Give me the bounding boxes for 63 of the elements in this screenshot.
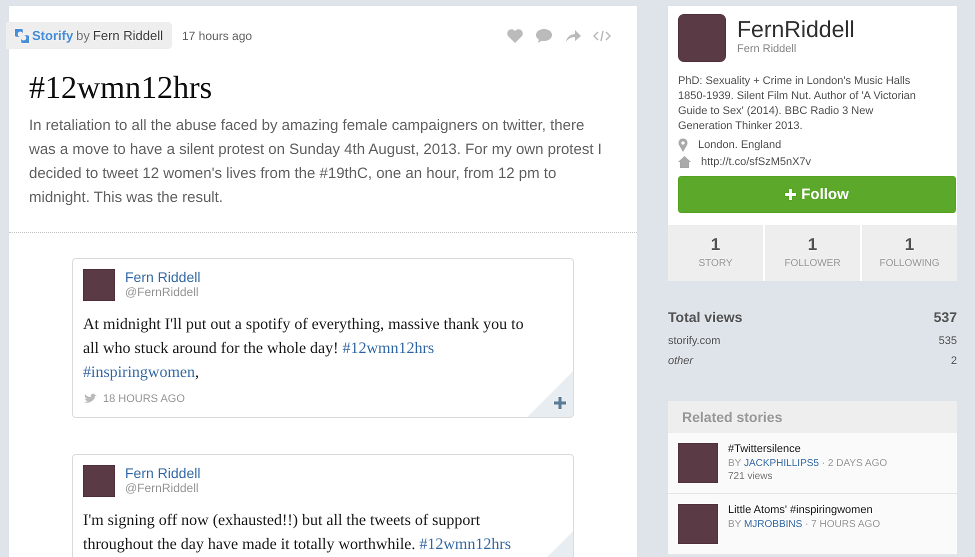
tweet-text: At midnight I'll put out a spotify of everything, massive thank you to all who stuck around for the whole day! #12wmn12hrs #inspiringwomen, [83, 315, 525, 383]
related-story[interactable]: Little Atoms' #inspiringwomen BY MJROBBINS · 7 HOURS AGO [668, 494, 957, 555]
tweet-author-name[interactable]: Fern Riddell [125, 465, 200, 481]
view-count: 535 [938, 335, 957, 347]
author-name: Fern Riddell [92, 28, 163, 43]
views-title: Total views [668, 309, 742, 325]
stat-count: 1 [806, 235, 818, 255]
stat-tile[interactable]: 1 FOLLOWER [765, 225, 860, 281]
profile-username[interactable]: FernRiddell [737, 16, 855, 43]
avatar-placeholder [83, 269, 115, 301]
profile-name: Fern Riddell [737, 43, 798, 55]
story-time: 17 hours ago [182, 28, 252, 42]
plus-icon [785, 189, 796, 200]
story-title: #12wmn12hrs [29, 69, 214, 106]
related-time: · 2 DAYS AGO [822, 458, 888, 469]
profile-url[interactable]: http://t.co/sfSzM5nX7v [701, 156, 812, 168]
home-icon [678, 156, 691, 168]
by-label: BY [728, 458, 742, 469]
share-icon[interactable] [564, 28, 582, 44]
stat-count: 1 [904, 235, 916, 255]
brand-name: Storify [32, 28, 74, 43]
location-pin-icon [678, 138, 688, 152]
by-label: BY [728, 519, 742, 530]
avatar-placeholder [83, 465, 115, 497]
story-description: In retaliation to all the abuse faced by amazing female campaigners on twitter, there was a move to have a silent protest on Sunday 4th August, 2013. For my own protest I decided to tweet 12 women's lives from the #19thC, one an hour, from 12 pm to midnight. This was the result. [29, 116, 603, 208]
heart-icon[interactable] [506, 28, 524, 44]
tweet-handle: @FernRiddell [125, 285, 200, 299]
view-source: other [668, 355, 694, 367]
author-link[interactable]: JACKPHILLIPS5 [744, 458, 819, 469]
comment-icon[interactable] [535, 28, 553, 44]
stat-count: 1 [710, 235, 722, 255]
tweet-time: 18 HOURS AGO [103, 393, 185, 405]
tweet-author-name[interactable]: Fern Riddell [125, 269, 200, 285]
stat-tile[interactable]: 1 FOLLOWING [862, 225, 957, 281]
related-views: 721 views [728, 471, 774, 482]
by-label: by [76, 28, 90, 43]
related-story[interactable]: #Twittersilence BY JACKPHILLIPS5 · 2 DAYS AGO 721 views [668, 433, 957, 494]
tweet-text: I'm signing off now (exhausted!!) but all the tweets of support throughout the day have made it totally worthwhile. #12wmn12hrs [83, 511, 512, 555]
profile-location: London. England [698, 139, 782, 151]
related-time: · 7 HOURS AGO [805, 519, 880, 530]
related-story-title: Little Atoms' #inspiringwomen [728, 504, 874, 516]
storify-logo-icon [15, 28, 29, 42]
bird-icon [83, 393, 97, 405]
avatar-placeholder [678, 14, 726, 62]
stat-tile[interactable]: 1 STORY [668, 225, 763, 281]
views-total: 537 [934, 309, 957, 325]
profile-bio: PhD: Sexuality + Crime in London's Music Halls 1850-1939. Silent Film Nut. Author of 'A Victorian Guide to Sex' (2014). BBC Radio 3 New Generation Thinker 2013. [678, 74, 917, 134]
author-link[interactable]: MJROBBINS [744, 519, 802, 530]
hashtag-link[interactable]: #12wmn12hrs [342, 340, 434, 357]
stat-label: FOLLOWING [878, 258, 940, 269]
tweet-handle: @FernRiddell [125, 481, 200, 495]
photo-placeholder [678, 504, 718, 544]
storify-badge[interactable]: Storify by Fern Riddell [6, 22, 172, 49]
hashtag-link[interactable]: #12wmn12hrs [419, 536, 511, 553]
stat-label: STORY [697, 258, 734, 269]
related-story-title: #Twittersilence [728, 443, 802, 455]
plus-icon [554, 397, 566, 409]
view-count: 2 [950, 355, 957, 367]
view-source: storify.com [668, 335, 720, 347]
hashtag-link[interactable]: #inspiringwomen [83, 364, 195, 381]
related-title: Related stories [668, 401, 957, 433]
photo-placeholder [678, 443, 718, 483]
stat-label: FOLLOWER [783, 258, 842, 269]
